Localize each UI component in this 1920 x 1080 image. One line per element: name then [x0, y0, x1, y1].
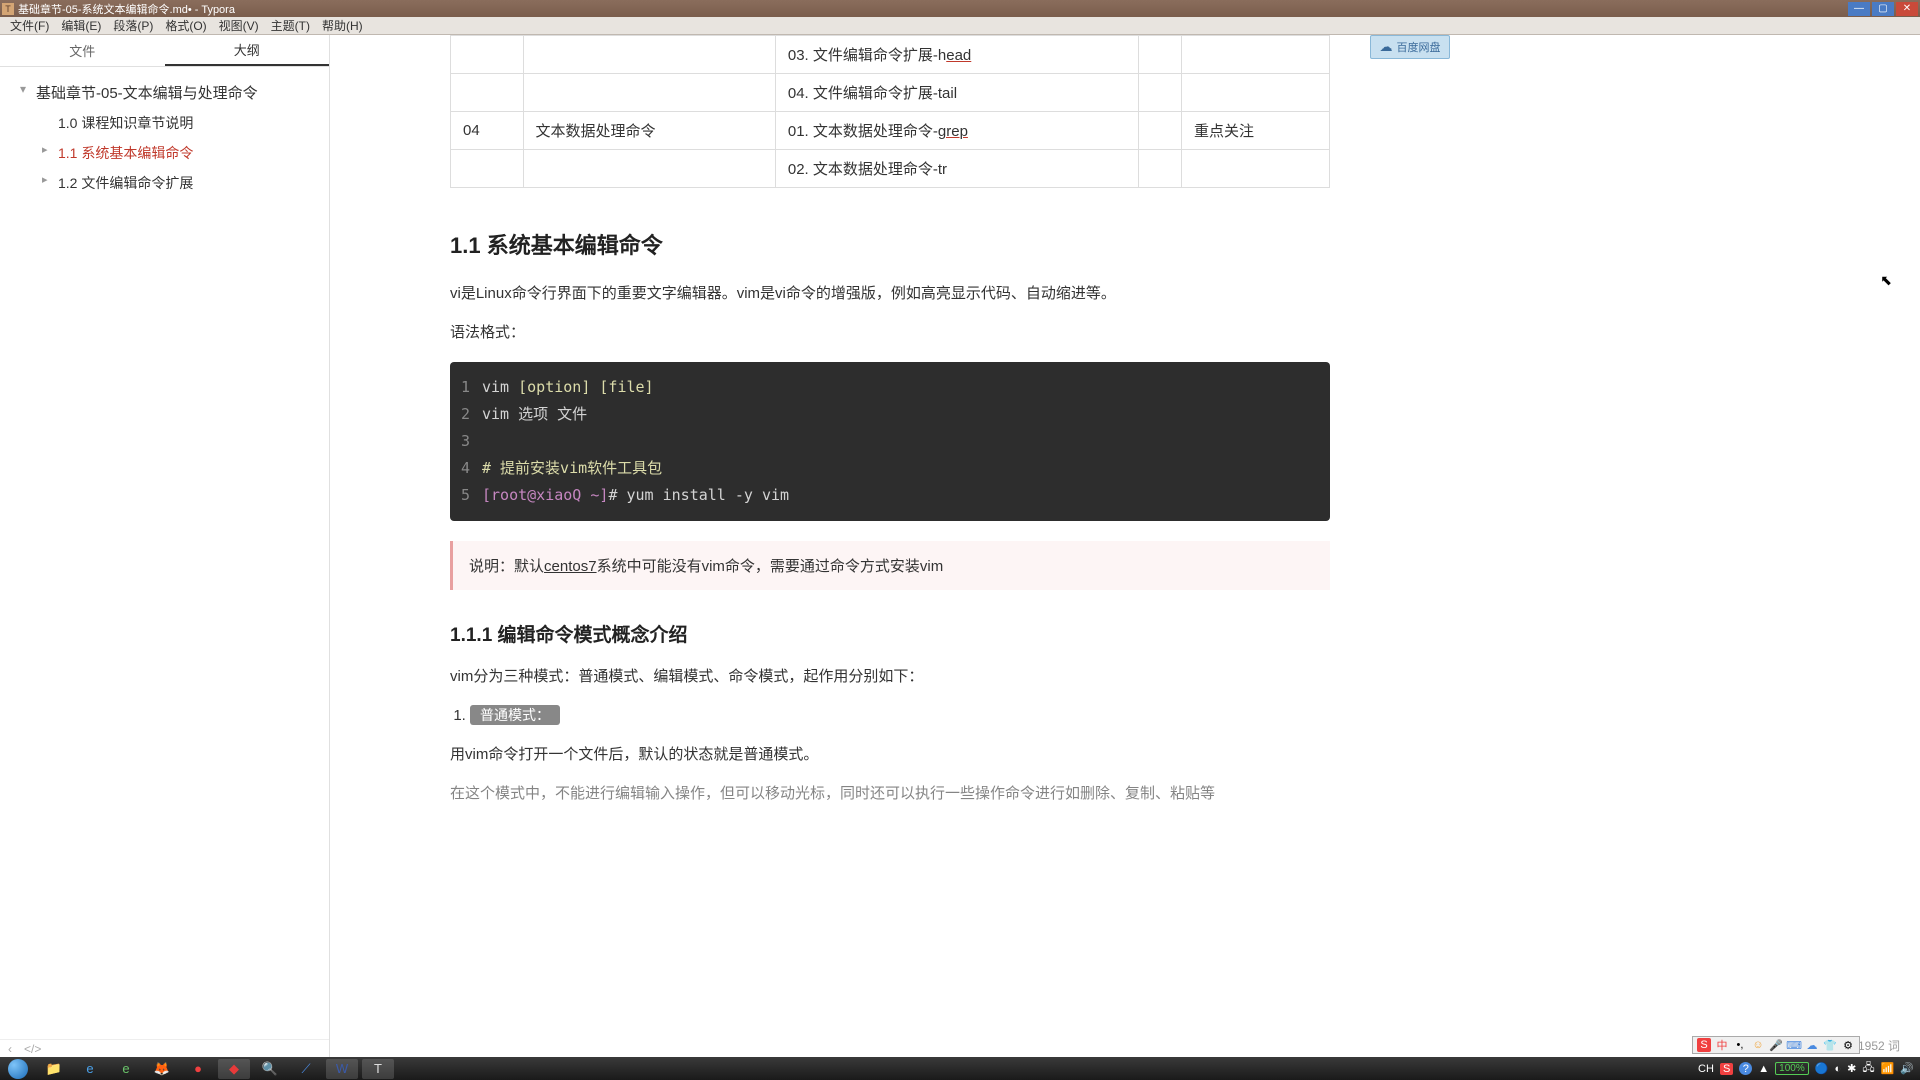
table-row: 02. 文本数据处理命令-tr — [451, 150, 1330, 188]
paragraph[interactable]: vi是Linux命令行界面下的重要文字编辑器。vim是vi命令的增强版，例如高亮… — [450, 280, 1330, 307]
ime-cloud-icon[interactable]: ☁ — [1805, 1038, 1819, 1052]
window-title: 基础章节-05-系统文本编辑命令.md• - Typora — [18, 1, 1848, 17]
taskbar-app[interactable]: ◆ — [218, 1059, 250, 1079]
menubar: 文件(F) 编辑(E) 段落(P) 格式(O) 视图(V) 主题(T) 帮助(H… — [0, 17, 1920, 35]
outline-root[interactable]: 基础章节-05-文本编辑与处理命令 — [8, 77, 321, 108]
maximize-button[interactable]: ▢ — [1872, 2, 1894, 16]
tray-icon[interactable]: 🔵 — [1815, 1062, 1829, 1075]
taskbar-app[interactable]: ⟋ — [290, 1059, 322, 1079]
sidebar: 文件 大纲 基础章节-05-文本编辑与处理命令 1.0 课程知识章节说明 1.1… — [0, 35, 330, 1057]
ime-sogou-icon[interactable]: S — [1697, 1038, 1711, 1052]
back-icon[interactable]: ‹ — [8, 1042, 12, 1056]
tray-wifi-icon[interactable]: 📶 — [1881, 1062, 1895, 1075]
menu-paragraph[interactable]: 段落(P) — [107, 17, 159, 34]
taskbar-app[interactable]: 🦊 — [146, 1059, 178, 1079]
table-row: 04 文本数据处理命令 01. 文本数据处理命令-grep 重点关注 — [451, 112, 1330, 150]
taskbar-app[interactable]: 📁 — [38, 1059, 70, 1079]
ordered-list[interactable]: 普通模式： — [470, 702, 1330, 729]
ime-skin-icon[interactable]: 👕 — [1823, 1038, 1837, 1052]
mode-pill: 普通模式： — [470, 705, 560, 725]
tab-outline[interactable]: 大纲 — [165, 35, 330, 66]
tray-lang[interactable]: CH — [1698, 1063, 1714, 1075]
heading-1-1[interactable]: 1.1 系统基本编辑命令 — [450, 228, 1330, 260]
tray-up-icon[interactable]: ▲ — [1758, 1063, 1769, 1075]
code-icon[interactable]: </> — [24, 1042, 41, 1056]
ime-emoji-icon[interactable]: ☺ — [1751, 1038, 1765, 1052]
start-button[interactable] — [0, 1057, 36, 1080]
outline-1-1[interactable]: 1.1 系统基本编辑命令 — [8, 138, 321, 168]
outline-1-2[interactable]: 1.2 文件编辑命令扩展 — [8, 168, 321, 198]
cloud-sync-button[interactable]: 百度网盘 — [1370, 35, 1450, 59]
summary-table: 03. 文件编辑命令扩展-head 04. 文件编辑命令扩展-tail 04 文… — [450, 35, 1330, 188]
taskbar-app[interactable]: T — [362, 1059, 394, 1079]
tray-icon[interactable]: ◐ — [1834, 1063, 1841, 1075]
word-count[interactable]: 1952 词 — [1858, 1037, 1900, 1054]
menu-view[interactable]: 视图(V) — [213, 17, 265, 34]
tab-files[interactable]: 文件 — [0, 35, 165, 66]
tray-network-icon[interactable]: 🖧 — [1862, 1059, 1874, 1078]
minimize-button[interactable]: — — [1848, 2, 1870, 16]
outline-tree: 基础章节-05-文本编辑与处理命令 1.0 课程知识章节说明 1.1 系统基本编… — [0, 67, 329, 1039]
ime-toolbar[interactable]: S 中 •, ☺ 🎤 ⌨ ☁ 👕 ⚙ — [1692, 1036, 1860, 1054]
ime-keyboard-icon[interactable]: ⌨ — [1787, 1038, 1801, 1052]
heading-1-1-1[interactable]: 1.1.1 编辑命令模式概念介绍 — [450, 620, 1330, 647]
tray-bluetooth-icon[interactable]: ✱ — [1847, 1062, 1856, 1075]
paragraph[interactable]: 语法格式： — [450, 319, 1330, 346]
note-box[interactable]: 说明：默认centos7系统中可能没有vim命令，需要通过命令方式安装vim — [450, 541, 1330, 590]
close-button[interactable]: ✕ — [1896, 2, 1918, 16]
app-icon: T — [2, 3, 14, 15]
ime-punct-icon[interactable]: •, — [1733, 1038, 1747, 1052]
table-row: 03. 文件编辑命令扩展-head — [451, 36, 1330, 74]
code-block[interactable]: 1vim [option] [file]2vim 选项 文件34# 提前安装vi… — [450, 362, 1330, 521]
menu-edit[interactable]: 编辑(E) — [55, 17, 107, 34]
menu-help[interactable]: 帮助(H) — [316, 17, 369, 34]
link-centos7[interactable]: centos7 — [544, 558, 597, 575]
taskbar: 📁ee🦊●◆🔍⟋WT CH S ? ▲ 100% 🔵 ◐ ✱ 🖧 📶 🔊 — [0, 1057, 1920, 1080]
paragraph[interactable]: 在这个模式中，不能进行编辑输入操作，但可以移动光标，同时还可以执行一些操作命令进… — [450, 780, 1330, 807]
tray-volume-icon[interactable]: 🔊 — [1900, 1062, 1914, 1075]
taskbar-app[interactable]: e — [74, 1059, 106, 1079]
tray-help-icon[interactable]: ? — [1739, 1062, 1752, 1075]
taskbar-app[interactable]: e — [110, 1059, 142, 1079]
table-row: 04. 文件编辑命令扩展-tail — [451, 74, 1330, 112]
taskbar-app[interactable]: ● — [182, 1059, 214, 1079]
taskbar-app[interactable]: 🔍 — [254, 1059, 286, 1079]
titlebar: T 基础章节-05-系统文本编辑命令.md• - Typora — ▢ ✕ — [0, 0, 1920, 17]
paragraph[interactable]: 用vim命令打开一个文件后，默认的状态就是普通模式。 — [450, 741, 1330, 768]
tray-battery[interactable]: 100% — [1775, 1062, 1809, 1075]
menu-theme[interactable]: 主题(T) — [265, 17, 316, 34]
list-item: 普通模式： — [470, 702, 1330, 729]
system-tray: CH S ? ▲ 100% 🔵 ◐ ✱ 🖧 📶 🔊 — [1692, 1059, 1920, 1078]
outline-1-0[interactable]: 1.0 课程知识章节说明 — [8, 108, 321, 138]
menu-file[interactable]: 文件(F) — [4, 17, 55, 34]
ime-settings-icon[interactable]: ⚙ — [1841, 1038, 1855, 1052]
paragraph[interactable]: vim分为三种模式：普通模式、编辑模式、命令模式，起作用分别如下： — [450, 663, 1330, 690]
menu-format[interactable]: 格式(O) — [159, 17, 212, 34]
tray-ime-icon[interactable]: S — [1720, 1063, 1733, 1075]
ime-voice-icon[interactable]: 🎤 — [1769, 1038, 1783, 1052]
sidebar-footer: ‹ </> — [0, 1039, 329, 1057]
ime-lang-icon[interactable]: 中 — [1715, 1038, 1729, 1052]
taskbar-app[interactable]: W — [326, 1059, 358, 1079]
editor-content[interactable]: 百度网盘 03. 文件编辑命令扩展-head 04. 文件编辑命令扩展-tail — [330, 35, 1920, 1057]
